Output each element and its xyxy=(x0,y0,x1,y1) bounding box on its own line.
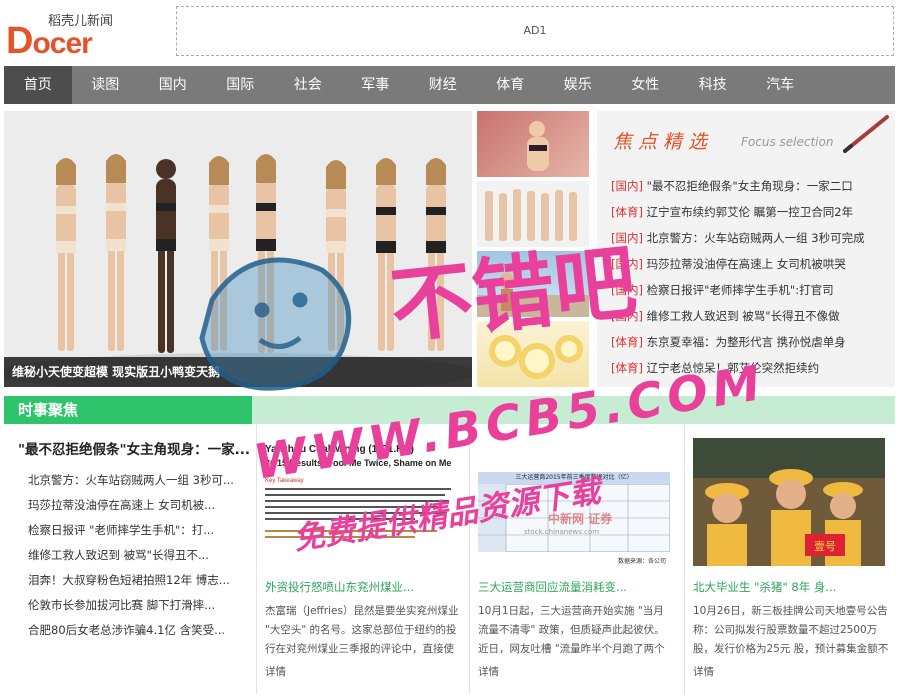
card-1-image-textlines xyxy=(265,488,451,538)
focus-item-category[interactable]: [国内] xyxy=(611,257,643,271)
focus-item[interactable]: [国内] 检察日报评"老师摔学生手机":打官司 xyxy=(611,277,891,303)
card-3-image[interactable]: 壹号 xyxy=(693,438,885,566)
thumbnail-1-image xyxy=(527,121,549,171)
focus-item-text[interactable]: 辽宁老总惊呆！郭艾伦突然拒续约 xyxy=(647,361,820,375)
focus-item-text[interactable]: 检察日报评"老师摔学生手机":打官司 xyxy=(647,283,834,297)
thumbnail-strip xyxy=(477,111,589,387)
news-card-1: Yanzhou Coal Mining (1171.HK) 3Q15 Resul… xyxy=(256,424,464,694)
card-1-title[interactable]: 外资投行怒喷山东兖州煤业... xyxy=(265,579,414,595)
list-item[interactable]: 北京警方：火车站窃贼两人一组 3秒可... xyxy=(28,468,252,493)
focus-item[interactable]: [国内] 玛莎拉蒂没油停在高速上 女司机被哄哭 xyxy=(611,251,891,277)
card-3-body: 10月26日，新三板挂牌公司天地壹号公告称：公司拟发行股票数量不超过2500万股… xyxy=(693,605,889,655)
focus-item-category[interactable]: [体育] xyxy=(611,361,643,375)
card-2-image-watermark: 中新网 证券 xyxy=(548,512,613,526)
nav-item-international[interactable]: 国际 xyxy=(207,66,275,104)
thumbnail-4-image xyxy=(489,335,583,379)
focus-item-category[interactable]: [体育] xyxy=(611,335,643,349)
card-3-image-photo: 壹号 xyxy=(693,438,885,566)
site-logo[interactable]: 稻壳儿新闻 Docer xyxy=(4,4,154,62)
thumbnail-3-image xyxy=(477,273,589,317)
card-1-image-keytag: Key Takeaway xyxy=(265,478,304,484)
ad-label: AD1 xyxy=(523,24,547,37)
card-1-image[interactable]: Yanzhou Coal Mining (1171.HK) 3Q15 Resul… xyxy=(265,438,457,566)
nav-item-pictures[interactable]: 读图 xyxy=(72,66,140,104)
news-card-3: 壹号 北大毕业生 "杀猪" 8年 身... 10月26日，新三板挂牌公司天地壹号… xyxy=(684,424,892,694)
focus-selection-panel: 焦点精选 Focus selection [国内] "最不忍拒绝假条"女主角现身… xyxy=(597,111,895,387)
focus-item-category[interactable]: [国内] xyxy=(611,283,643,297)
thumbnail-2-image xyxy=(485,189,577,241)
nav-item-domestic[interactable]: 国内 xyxy=(139,66,207,104)
focus-item-text[interactable]: 辽宁宣布续约郭艾伦 瞩第一控卫合同2年 xyxy=(647,205,853,219)
hero-slideshow[interactable]: 维秘小天使变超模 现实版丑小鸭变天鹅 xyxy=(4,111,472,387)
list-item[interactable]: 检察日报评 "老师摔学生手机"：打... xyxy=(28,518,252,543)
nav-item-tech[interactable]: 科技 xyxy=(679,66,747,104)
list-item[interactable]: 合肥80后女老总涉诈骗4.1亿 含笑受... xyxy=(28,618,252,643)
thumbnail-4[interactable] xyxy=(477,321,589,387)
focus-list: [国内] "最不忍拒绝假条"女主角现身：一家二口 [体育] 辽宁宣布续约郭艾伦 … xyxy=(611,173,891,381)
main-nav: 首页 读图 国内 国际 社会 军事 财经 体育 娱乐 女性 科技 汽车 xyxy=(4,66,895,104)
nav-item-sports[interactable]: 体育 xyxy=(477,66,545,104)
logo-wordmark: Docer xyxy=(6,20,93,63)
current-affairs-list: "最不忍拒绝假条"女主角现身：一家... 北京警方：火车站窃贼两人一组 3秒可.… xyxy=(4,424,252,694)
focus-item-text[interactable]: 玛莎拉蒂没油停在高速上 女司机被哄哭 xyxy=(647,257,846,271)
focus-item-category[interactable]: [国内] xyxy=(611,231,643,245)
focus-item[interactable]: [体育] 辽宁宣布续约郭艾伦 瞩第一控卫合同2年 xyxy=(611,199,891,225)
card-1-image-heading-2: 3Q15 Results: Fool Me Twice, Shame on Me xyxy=(265,458,452,468)
list-item[interactable]: 泪奔！大叔穿粉色短裙拍照12年 博志... xyxy=(28,568,252,593)
thumbnail-2[interactable] xyxy=(477,181,589,247)
focus-title: 焦点精选 xyxy=(613,131,714,153)
card-2-image-footer: 数据来源：各公司 xyxy=(617,558,666,565)
news-list: 北京警方：火车站窃贼两人一组 3秒可... 玛莎拉蒂没油停在高速上 女司机被..… xyxy=(28,468,252,643)
focus-item-text[interactable]: 东京夏幸福：为整形代言 携孙悦虐单身 xyxy=(647,335,846,349)
card-2-image-table-title: 三大运营商2015年前三季度数据对比（亿） xyxy=(478,472,670,484)
card-2-image[interactable]: 三大运营商2015年前三季度数据对比（亿） 中新网 证券 stock.china… xyxy=(478,438,670,566)
hero-image xyxy=(4,111,472,387)
ad-banner[interactable]: AD1 xyxy=(176,6,894,56)
logo-wordmark-text: ocer xyxy=(32,27,92,60)
card-3-more-link[interactable]: 详情 xyxy=(693,664,714,679)
focus-item-category[interactable]: [体育] xyxy=(611,205,643,219)
focus-item[interactable]: [体育] 东京夏幸福：为整形代言 携孙悦虐单身 xyxy=(611,329,891,355)
focus-item[interactable]: [国内] 维修工救人致迟到 被骂"长得丑不像做 xyxy=(611,303,891,329)
focus-subtitle: Focus selection xyxy=(741,135,834,149)
thumbnail-1[interactable] xyxy=(477,111,589,177)
list-item[interactable]: 玛莎拉蒂没油停在高速上 女司机被... xyxy=(28,493,252,518)
focus-item[interactable]: [国内] 北京警方：火车站窃贼两人一组 3秒可完成 xyxy=(611,225,891,251)
nav-item-military[interactable]: 军事 xyxy=(342,66,410,104)
nav-item-auto[interactable]: 汽车 xyxy=(747,66,815,104)
nav-item-society[interactable]: 社会 xyxy=(274,66,342,104)
lead-headline[interactable]: "最不忍拒绝假条"女主角现身：一家... xyxy=(18,438,252,458)
section-title[interactable]: 时事聚焦 xyxy=(4,396,252,424)
card-2-body: 10月1日起，三大运营商开始实施 "当月流量不清零" 政策，但质疑声此起彼伏。近… xyxy=(478,605,665,655)
hero-caption[interactable]: 维秘小天使变超模 现实版丑小鸭变天鹅 xyxy=(4,357,472,387)
focus-item-text[interactable]: 维修工救人致迟到 被骂"长得丑不像做 xyxy=(647,309,840,323)
focus-item-text[interactable]: 北京警方：火车站窃贼两人一组 3秒可完成 xyxy=(647,231,865,245)
nav-item-finance[interactable]: 财经 xyxy=(409,66,477,104)
focus-item[interactable]: [体育] 辽宁老总惊呆！郭艾伦突然拒续约 xyxy=(611,355,891,381)
card-1-image-heading-1: Yanzhou Coal Mining (1171.HK) xyxy=(265,444,414,455)
card-2-title[interactable]: 三大运营商回应流量消耗变... xyxy=(478,579,627,595)
thumbnail-3[interactable] xyxy=(477,251,589,317)
news-card-2: 三大运营商2015年前三季度数据对比（亿） 中新网 证券 stock.china… xyxy=(469,424,677,694)
card-1-body: 杰富瑞（Jeffries）昆然是要坐实兖州煤业 "大空头" 的名号。这家总部位于… xyxy=(265,605,459,655)
card-1-more-link[interactable]: 详情 xyxy=(265,664,286,679)
focus-item-category[interactable]: [国内] xyxy=(611,179,643,193)
focus-item-text[interactable]: "最不忍拒绝假条"女主角现身：一家二口 xyxy=(647,179,853,193)
pen-icon xyxy=(843,115,889,153)
logo-d-icon: D xyxy=(6,20,33,62)
card-3-title[interactable]: 北大毕业生 "杀猪" 8年 身... xyxy=(693,579,836,595)
list-item[interactable]: 伦敦市长参加拔河比赛 脚下打滑摔... xyxy=(28,593,252,618)
focus-item[interactable]: [国内] "最不忍拒绝假条"女主角现身：一家二口 xyxy=(611,173,891,199)
nav-item-entertainment[interactable]: 娱乐 xyxy=(544,66,612,104)
card-2-more-link[interactable]: 详情 xyxy=(478,664,499,679)
card-3-image-sign: 壹号 xyxy=(814,540,836,553)
card-2-image-watermark-url: stock.chinanews.com xyxy=(524,528,600,536)
list-item[interactable]: 维修工救人致迟到 被骂"长得丑不... xyxy=(28,543,252,568)
nav-item-home[interactable]: 首页 xyxy=(4,66,72,104)
focus-item-category[interactable]: [国内] xyxy=(611,309,643,323)
section-header-bar: 时事聚焦 xyxy=(4,396,895,424)
nav-item-women[interactable]: 女性 xyxy=(612,66,680,104)
